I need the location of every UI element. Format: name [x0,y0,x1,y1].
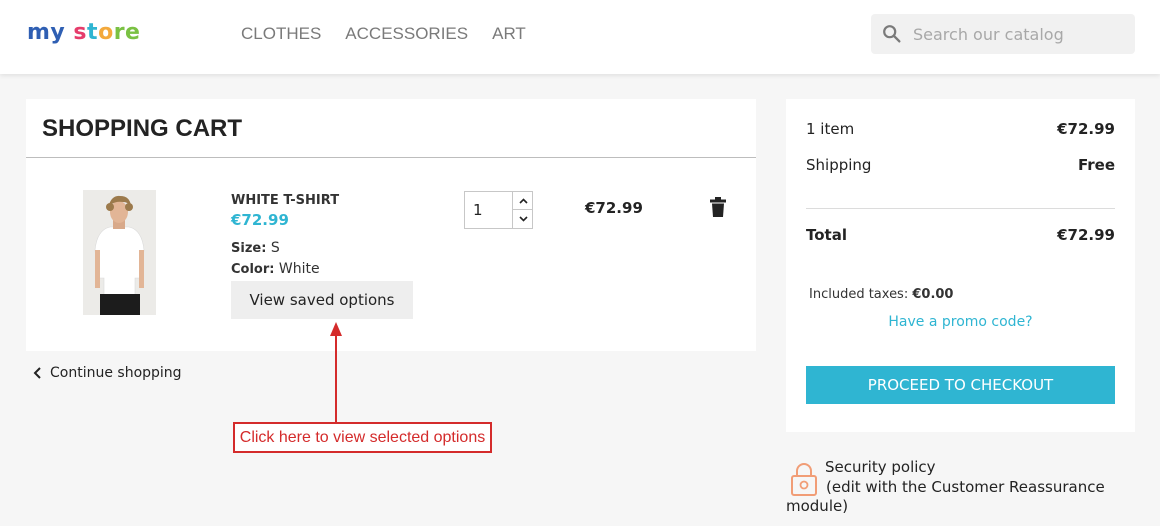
shipping-value: Free [1077,156,1115,174]
security-policy-title: Security policy [825,458,936,476]
divider [806,208,1115,209]
quantity-decrease[interactable] [512,210,533,228]
product-name[interactable]: WHITE T-SHIRT [231,193,339,208]
promo-code-link[interactable]: Have a promo code? [786,314,1135,330]
page-title: SHOPPING CART [42,115,243,142]
nav-item-art[interactable]: ART [492,24,526,44]
total-label: Total [806,226,847,244]
summary-shipping-row: Shipping Free [806,156,1115,174]
logo-part: re [113,20,141,45]
size-value: S [270,240,280,256]
store-logo[interactable]: my store [27,18,140,48]
cart-summary: 1 item €72.99 Shipping Free Total €72.99… [786,99,1135,432]
items-count: 1 item [806,120,855,138]
divider [26,157,756,158]
quantity-input[interactable] [465,192,512,228]
nav-item-clothes[interactable]: CLOTHES [241,24,321,44]
product-size: Size: S [231,240,280,256]
chevron-left-icon [33,367,41,379]
line-total: €72.99 [585,199,643,217]
logo-part: s [65,20,88,45]
nav-item-accessories[interactable]: ACCESSORIES [345,24,468,44]
main-nav: CLOTHES ACCESSORIES ART [241,24,550,44]
quantity-increase[interactable] [512,192,533,210]
taxes-label: Included taxes: [809,287,909,302]
total-value: €72.99 [1057,226,1115,244]
product-color: Color: White [231,261,320,277]
summary-total-row: Total €72.99 [806,226,1115,244]
trash-icon[interactable] [710,197,726,217]
view-saved-options-button[interactable]: View saved options [231,281,413,319]
search-input[interactable] [913,24,1123,44]
cart-container: SHOPPING CART WHITE T-SHIRT €72.99 Size:… [26,99,756,351]
items-subtotal: €72.99 [1057,120,1115,138]
annotation-callout: Click here to view selected options [233,422,492,453]
logo-part: my [27,20,66,45]
taxes-value: €0.00 [912,287,954,302]
annotation-arrow [330,322,342,422]
chevron-up-icon [518,197,528,204]
size-label: Size: [231,241,267,256]
lock-icon [791,463,817,496]
color-value: White [278,261,320,277]
continue-shopping-label: Continue shopping [50,365,182,381]
product-price: €72.99 [231,211,289,229]
search-box[interactable] [871,14,1135,54]
color-label: Color: [231,262,275,277]
security-policy-desc-cont: module) [786,497,849,515]
proceed-to-checkout-button[interactable]: PROCEED TO CHECKOUT [806,366,1115,404]
search-icon [883,25,901,43]
logo-part: t [87,20,99,45]
quantity-stepper[interactable] [464,191,533,229]
continue-shopping-link[interactable]: Continue shopping [32,365,182,381]
product-photo [83,190,156,315]
site-header: my store CLOTHES ACCESSORIES ART [0,0,1160,74]
shipping-label: Shipping [806,156,872,174]
logo-part: o [98,20,114,45]
included-taxes: Included taxes: €0.00 [809,287,953,302]
security-policy-desc: (edit with the Customer Reassurance [826,478,1105,496]
summary-items-row: 1 item €72.99 [806,120,1115,138]
product-image[interactable] [83,190,156,315]
chevron-down-icon [518,216,528,222]
